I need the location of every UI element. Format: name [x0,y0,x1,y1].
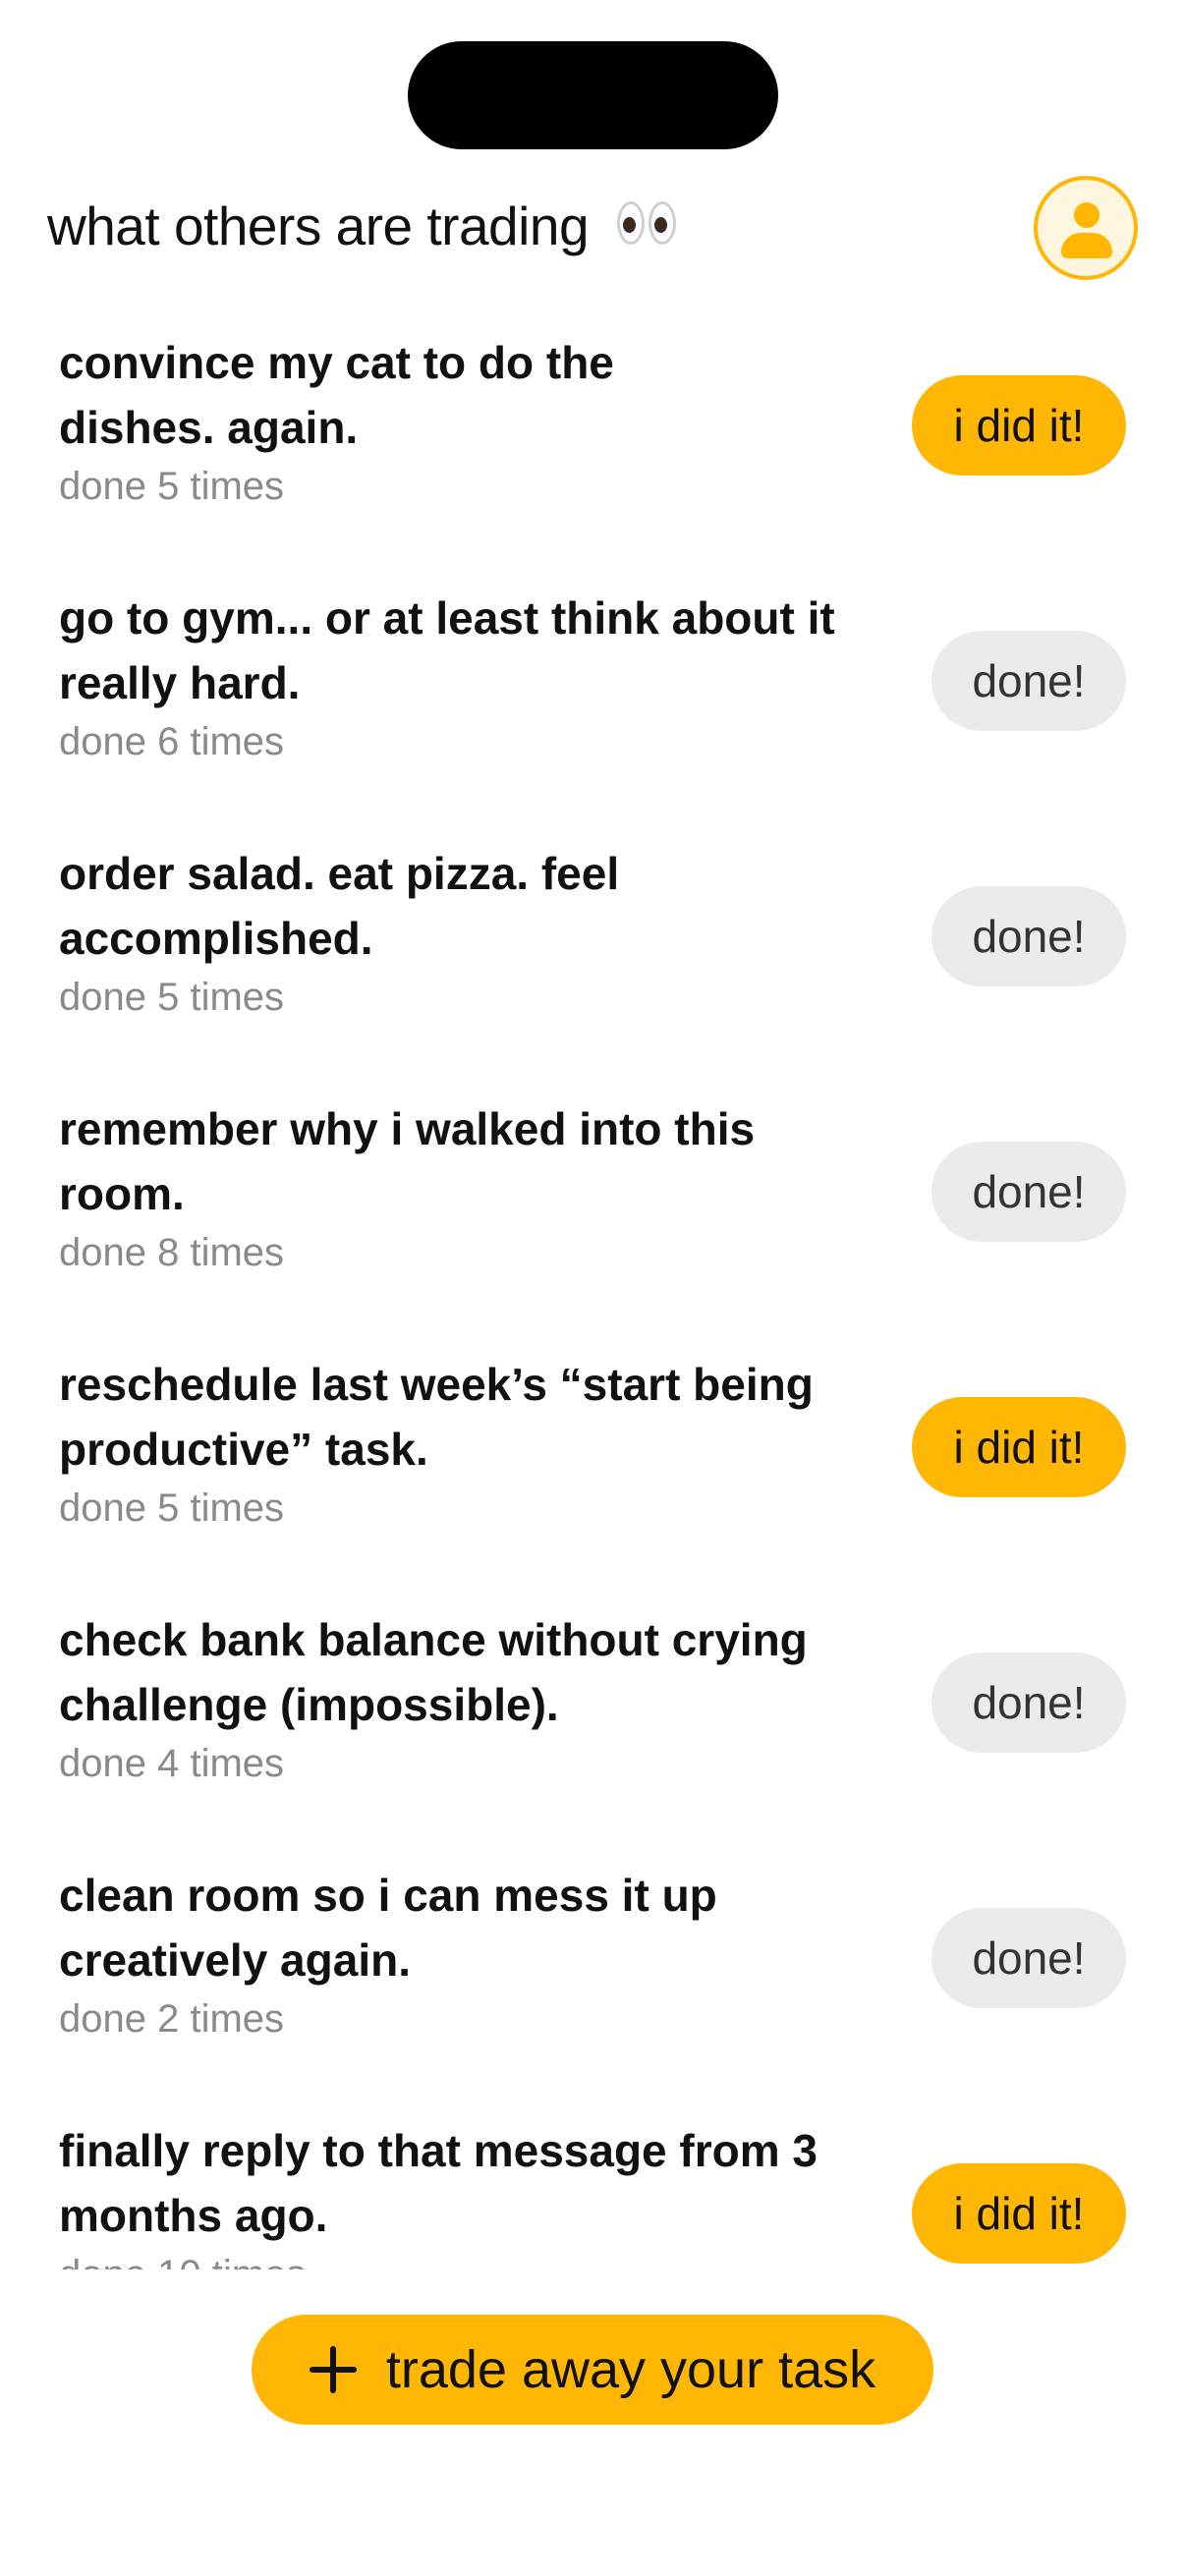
task-title: remember why i walked into this room. [59,1103,756,1219]
task-done-count: done 4 times [59,1742,285,1785]
task-title: order salad. eat pizza. feel accomplishe… [59,848,620,964]
task-title: finally reply to that message from 3 mon… [59,2125,818,2241]
task-item: finally reply to that message from 3 mon… [0,2112,1185,2269]
user-icon [1074,202,1100,228]
task-title: go to gym... or at least think about it … [59,592,835,708]
i-did-it-button[interactable]: i did it! [912,2163,1126,2264]
task-item: check bank balance without crying challe… [0,1601,1185,1857]
i-did-it-button[interactable]: i did it! [912,375,1126,476]
task-title: convince my cat to do the dishes. again. [59,337,614,453]
trade-away-task-button[interactable]: trade away your task [252,2315,933,2425]
task-done-count: done 2 times [59,1997,285,2041]
page-title-text: what others are trading [47,196,590,256]
eyes-emoji-icon [616,192,680,260]
task-done-count: done 8 times [59,1231,285,1274]
profile-button[interactable] [1034,176,1138,280]
task-title: check bank balance without crying challe… [59,1614,808,1730]
task-done-count: done 5 times [59,465,285,508]
plus-icon [309,2346,357,2393]
task-done-count: done 6 times [59,720,285,763]
task-done-count: done 5 times [59,1486,285,1530]
page-header: what others are trading [47,172,1138,290]
task-done-count: done 10 times [59,2250,306,2269]
page-title: what others are trading [47,192,680,264]
done-button[interactable]: done! [931,1908,1126,2008]
done-button[interactable]: done! [931,1142,1126,1242]
task-item: remember why i walked into this room. do… [0,1091,1185,1346]
task-item: order salad. eat pizza. feel accomplishe… [0,835,1185,1091]
done-button[interactable]: done! [931,1652,1126,1753]
i-did-it-button[interactable]: i did it! [912,1397,1126,1497]
task-item: reschedule last week’s “start being prod… [0,1346,1185,1601]
task-item: convince my cat to do the dishes. again.… [0,324,1185,580]
dynamic-island [408,41,778,149]
task-item: clean room so i can mess it up creativel… [0,1857,1185,2112]
task-title: clean room so i can mess it up creativel… [59,1870,717,1986]
done-button[interactable]: done! [931,631,1126,731]
task-title: reschedule last week’s “start being prod… [59,1359,814,1475]
task-item: go to gym... or at least think about it … [0,580,1185,835]
trade-away-task-label: trade away your task [385,2340,876,2399]
task-done-count: done 5 times [59,976,285,1019]
task-list[interactable]: convince my cat to do the dishes. again.… [0,324,1185,2269]
done-button[interactable]: done! [931,886,1126,986]
